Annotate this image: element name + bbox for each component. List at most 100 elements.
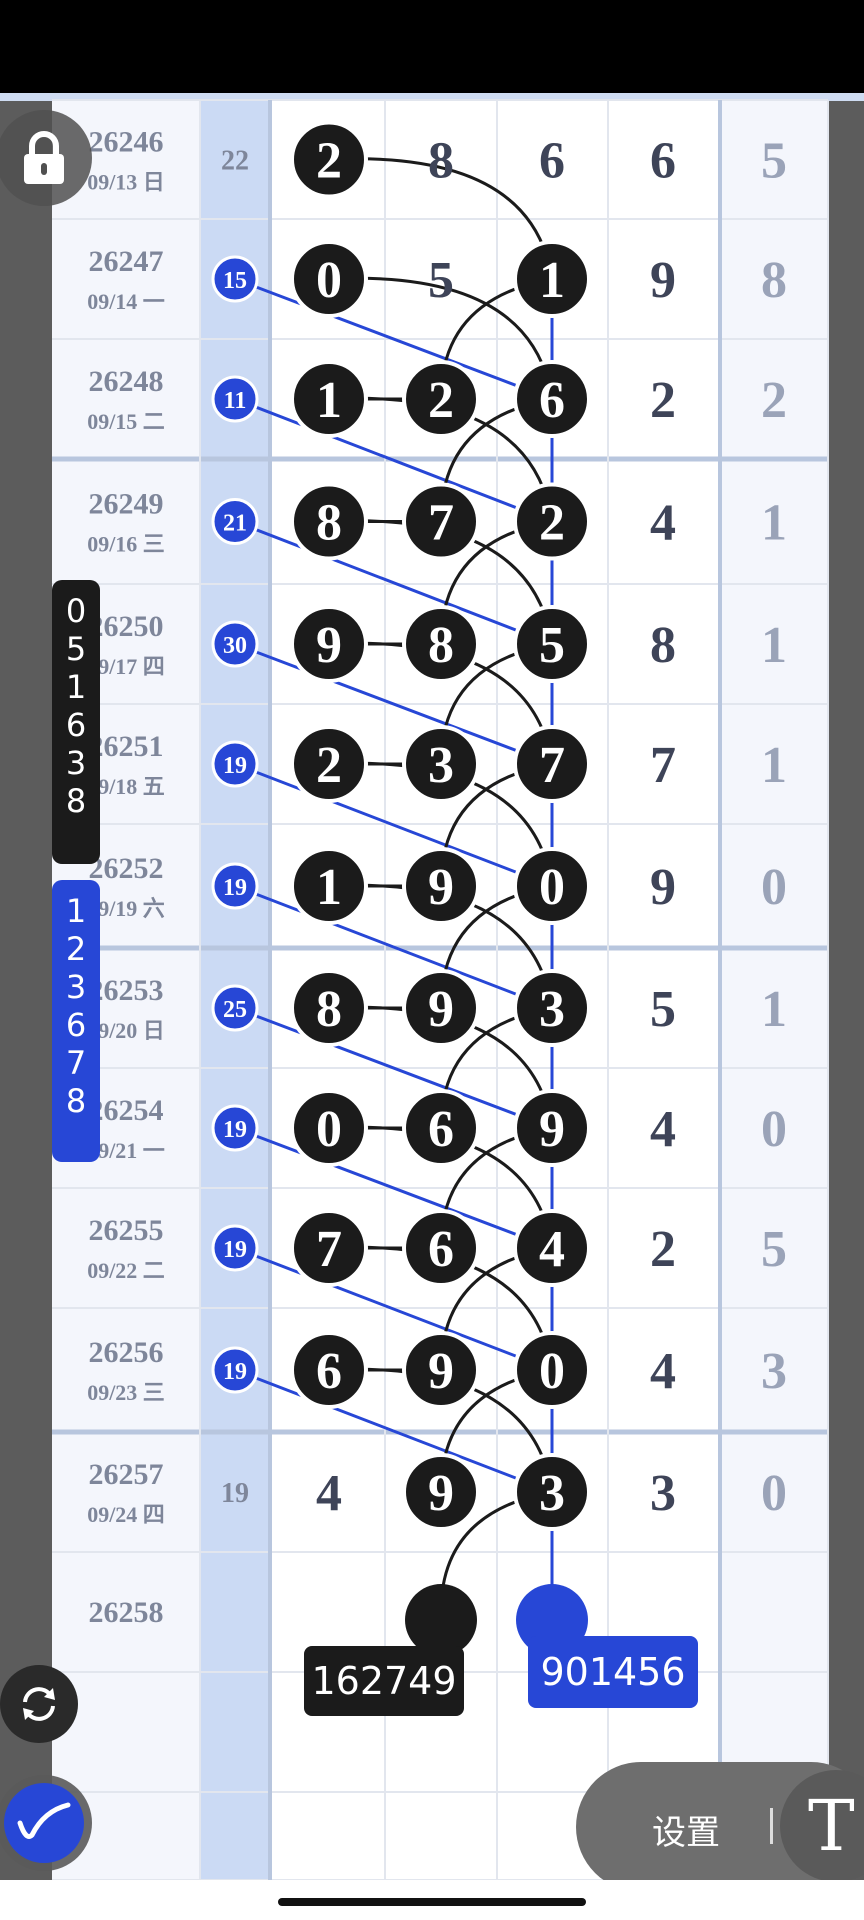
digit-value: 5: [650, 981, 676, 1038]
issue-number: 26257: [89, 1458, 164, 1491]
digit-value: 9: [428, 859, 454, 916]
pick-digit: 8: [65, 1082, 87, 1120]
extra-value: 8: [761, 252, 787, 309]
pick-digit: 0: [65, 592, 87, 630]
digit-value: 0: [316, 1101, 342, 1158]
digit-value: 0: [539, 1343, 565, 1400]
digit-value: 5: [428, 252, 454, 309]
refresh-button[interactable]: [0, 1665, 78, 1743]
pick-digit: 2: [65, 930, 87, 968]
pick-digit: 1: [65, 892, 87, 930]
digit-value: 1: [316, 859, 342, 916]
issue-number: 26256: [89, 1336, 164, 1369]
settings-button[interactable]: 设置: [652, 1805, 720, 1854]
digit-value: 5: [539, 617, 565, 674]
pick-digit: 6: [65, 1006, 87, 1044]
digit-value: 1: [316, 372, 342, 429]
issue-number: 26258: [89, 1596, 164, 1629]
sum-value: 19: [223, 875, 247, 901]
extra-value: 1: [761, 495, 787, 552]
pick-digit: 1: [65, 668, 87, 706]
digit-value: 7: [539, 737, 565, 794]
pick-box-black[interactable]: 0 5 1 6 3 8: [52, 580, 100, 864]
refresh-icon: [23, 1687, 55, 1721]
digit-value: 1: [539, 252, 565, 309]
digit-value: 3: [428, 737, 454, 794]
pick-digit: 6: [65, 706, 87, 744]
sum-value: 19: [223, 753, 247, 779]
result-black-label: 162749: [304, 1646, 464, 1716]
digit-value: 8: [316, 495, 342, 552]
digit-value: 8: [650, 617, 676, 674]
issue-date: 09/14 一: [87, 289, 165, 314]
issue-date: 09/15 二: [87, 409, 165, 434]
digit-value: 4: [316, 1465, 342, 1522]
pick-digit: 7: [65, 1044, 87, 1082]
issue-number: 26249: [89, 488, 164, 521]
extra-value: 2: [761, 372, 787, 429]
digit-value: 4: [650, 1101, 676, 1158]
extra-value: 5: [761, 133, 787, 190]
extra-value: 3: [761, 1343, 787, 1400]
pick-digit: 5: [65, 630, 87, 668]
extra-value: 1: [761, 981, 787, 1038]
digit-value: 9: [650, 859, 676, 916]
text-tool-icon: T: [808, 1785, 855, 1867]
lock-icon: [24, 131, 64, 184]
pick-box-blue[interactable]: 1 2 3 6 7 8: [52, 880, 100, 1162]
digit-value: 9: [316, 617, 342, 674]
digit-value: 2: [650, 372, 676, 429]
digit-value: 9: [428, 1465, 454, 1522]
digit-value: 8: [316, 981, 342, 1038]
extra-value: 1: [761, 617, 787, 674]
digit-value: 2: [650, 1221, 676, 1278]
extra-value: 5: [761, 1221, 787, 1278]
sum-value: 25: [223, 997, 247, 1023]
digit-value: 0: [316, 252, 342, 309]
issue-number: 26247: [89, 245, 164, 278]
digit-value: 9: [539, 1101, 565, 1158]
digit-value: 2: [316, 737, 342, 794]
sum-value: 21: [223, 511, 247, 537]
pick-digit: 3: [65, 744, 87, 782]
pen-button[interactable]: [0, 1775, 92, 1871]
digit-value: 0: [539, 859, 565, 916]
issue-date: 09/24 四: [87, 1502, 165, 1527]
digit-value: 4: [650, 495, 676, 552]
sum-value: 11: [224, 388, 247, 414]
trend-chart-grid: 2624609/13 日22 2 8 6 6 52624709/14 一15 0 5 1 9 826…: [52, 99, 829, 1881]
extra-value: 1: [761, 737, 787, 794]
result-blue-label: 901456: [528, 1636, 698, 1708]
extra-value: 0: [761, 859, 787, 916]
issue-date: 09/13 日: [87, 170, 165, 195]
digit-value: 7: [428, 495, 454, 552]
issue-number: 26248: [89, 365, 164, 398]
digit-value: 6: [539, 372, 565, 429]
digit-value: 4: [650, 1343, 676, 1400]
digit-value: 6: [428, 1101, 454, 1158]
digit-value: 9: [650, 252, 676, 309]
sum-value: 22: [221, 146, 249, 177]
digit-value: 2: [428, 372, 454, 429]
home-indicator[interactable]: [278, 1898, 586, 1906]
pick-digit: 3: [65, 968, 87, 1006]
digit-value: 9: [428, 981, 454, 1038]
digit-value: 2: [539, 495, 565, 552]
digit-value: 6: [539, 133, 565, 190]
digit-value: 2: [316, 133, 342, 190]
digit-value: 4: [539, 1221, 565, 1278]
digit-value: 7: [650, 737, 676, 794]
digit-value: 3: [539, 1465, 565, 1522]
sum-value: 30: [223, 633, 247, 659]
sum-value: 19: [221, 1478, 249, 1509]
pick-digit: 8: [65, 782, 87, 820]
digit-value: 6: [650, 133, 676, 190]
digit-value: 6: [428, 1221, 454, 1278]
digit-value: 8: [428, 133, 454, 190]
digit-value: 3: [539, 981, 565, 1038]
digit-value: 8: [428, 617, 454, 674]
digit-value: 9: [428, 1343, 454, 1400]
digit-value: 7: [316, 1221, 342, 1278]
lock-button[interactable]: [0, 110, 92, 206]
settings-divider: [770, 1808, 773, 1844]
